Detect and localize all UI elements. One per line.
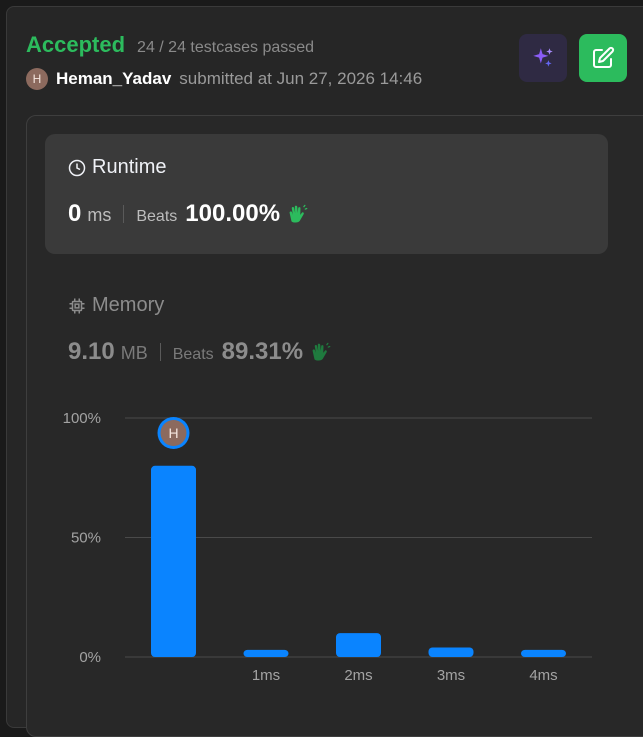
x-tick-label: 3ms [437, 667, 465, 684]
bar[interactable] [243, 649, 289, 657]
y-tick-label: 0% [79, 649, 101, 666]
bar[interactable] [521, 649, 566, 657]
x-tick-label: 1ms [252, 667, 280, 684]
x-tick-label: 2ms [344, 667, 372, 684]
user-marker-initial: H [168, 425, 178, 441]
runtime-distribution-chart: 100% 50% 0% 1ms 2ms 3ms 4ms H [63, 410, 592, 684]
y-tick-label: 50% [71, 530, 101, 547]
x-tick-label: 4ms [529, 667, 557, 684]
bar[interactable] [151, 465, 196, 657]
y-tick-label: 100% [63, 410, 101, 427]
bar[interactable] [428, 647, 474, 657]
bar[interactable] [336, 633, 381, 657]
